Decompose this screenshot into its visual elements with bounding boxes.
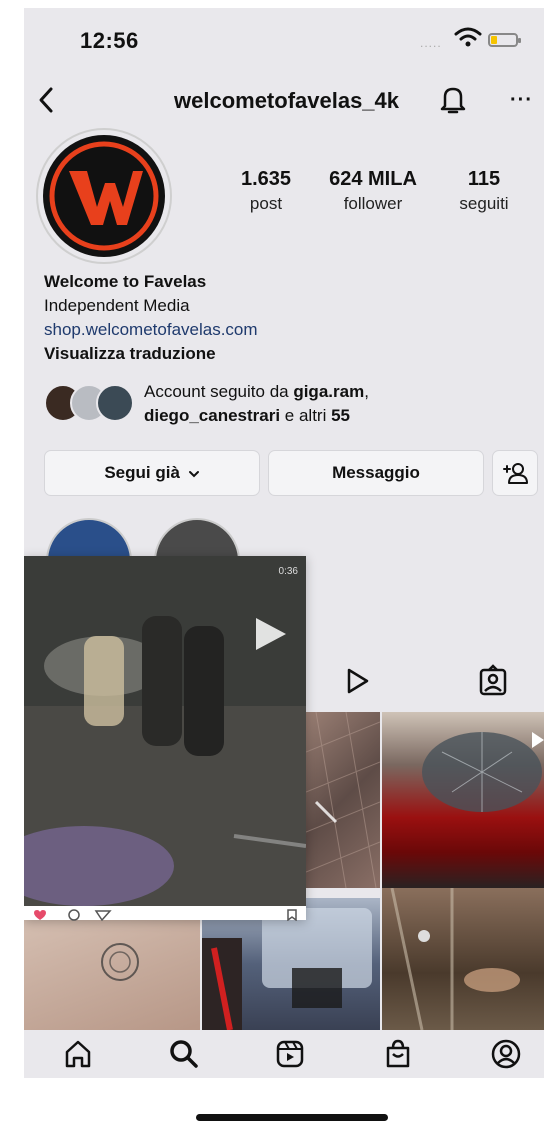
bell-icon[interactable] xyxy=(438,84,468,116)
profile-icon[interactable] xyxy=(490,1038,522,1070)
followed-by[interactable]: Account seguito da giga.ram, diego_canes… xyxy=(44,380,524,430)
save-icon xyxy=(287,909,297,922)
stat-followers[interactable]: 624 MILA follower xyxy=(318,168,428,214)
floating-video-player[interactable]: 0:36 xyxy=(24,556,306,922)
status-bar: 12:56 ..... xyxy=(24,8,544,68)
share-icon xyxy=(94,910,112,922)
battery-icon xyxy=(488,33,521,47)
like-icon xyxy=(34,910,46,920)
stat-posts[interactable]: 1.635 post xyxy=(226,168,306,214)
tagged-tab-icon[interactable] xyxy=(476,664,510,698)
profile-header: welcometofavelas_4k ··· xyxy=(24,78,544,122)
status-time: 12:56 xyxy=(80,28,139,53)
bottom-tab-bar xyxy=(24,1030,544,1078)
search-icon[interactable] xyxy=(168,1038,200,1070)
comment-icon xyxy=(68,909,80,921)
favelas-logo-icon xyxy=(49,141,159,251)
reels-tab-icon[interactable] xyxy=(340,664,374,698)
message-button[interactable]: Messaggio xyxy=(268,450,484,496)
post-thumbnail[interactable] xyxy=(382,712,544,888)
play-icon[interactable] xyxy=(250,614,290,654)
translate-link[interactable]: Visualizza traduzione xyxy=(44,342,258,366)
video-duration: 0:36 xyxy=(278,566,298,577)
shop-icon[interactable] xyxy=(382,1038,414,1070)
signal-icon: ..... xyxy=(420,36,442,50)
profile-bio: Welcome to Favelas Independent Media sho… xyxy=(44,270,258,366)
home-indicator[interactable] xyxy=(196,1114,388,1121)
profile-name: Welcome to Favelas xyxy=(44,272,207,291)
chevron-down-icon xyxy=(188,470,199,477)
profile-avatar[interactable] xyxy=(36,128,172,264)
profile-link[interactable]: shop.welcometofavelas.com xyxy=(44,318,258,342)
post-thumbnail[interactable] xyxy=(306,712,380,888)
instagram-profile-screen: 12:56 ..... welcometofavelas_4k ··· 1.63… xyxy=(24,8,544,1078)
home-icon[interactable] xyxy=(62,1038,94,1070)
suggest-people-button[interactable] xyxy=(492,450,538,496)
back-icon[interactable] xyxy=(34,84,58,116)
video-actions xyxy=(32,908,298,922)
following-button[interactable]: Segui già xyxy=(44,450,260,496)
followed-by-text: Account seguito da giga.ram, diego_canes… xyxy=(144,382,369,425)
stat-following[interactable]: 115 seguiti xyxy=(444,168,524,214)
wifi-icon xyxy=(454,27,482,47)
add-person-icon xyxy=(503,463,528,484)
post-thumbnail[interactable] xyxy=(382,888,544,1030)
reels-icon[interactable] xyxy=(274,1038,306,1070)
avatar xyxy=(96,384,134,422)
profile-category: Independent Media xyxy=(44,296,190,315)
video-frame[interactable]: 0:36 xyxy=(24,556,306,906)
more-options-icon[interactable]: ··· xyxy=(510,90,533,110)
profile-username: welcometofavelas_4k xyxy=(174,88,400,113)
